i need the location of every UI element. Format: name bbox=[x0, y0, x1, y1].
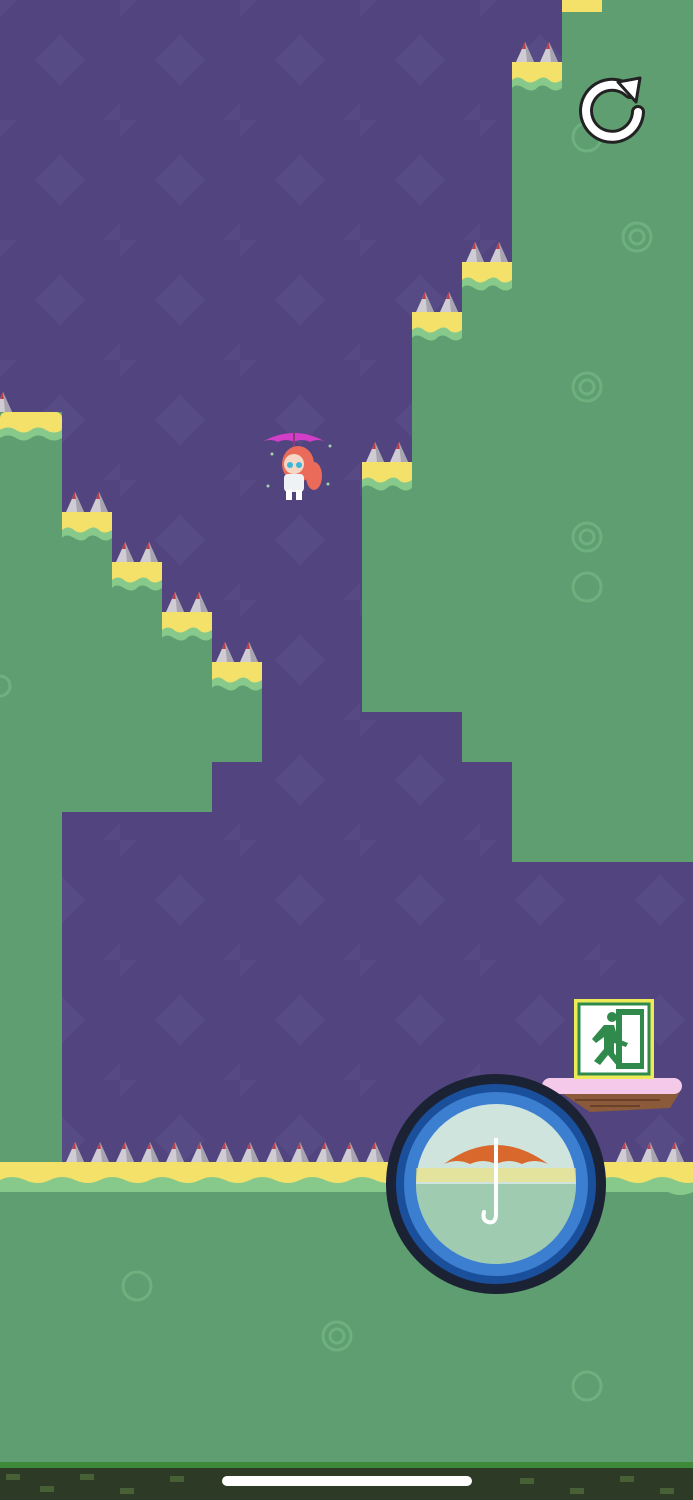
exit-sign-icon bbox=[574, 999, 654, 1079]
umbrella-button[interactable] bbox=[384, 1072, 608, 1296]
restart-icon bbox=[579, 76, 645, 144]
home-indicator[interactable] bbox=[222, 1476, 472, 1486]
restart-button[interactable] bbox=[574, 68, 654, 148]
umbrella-icon bbox=[386, 1074, 606, 1294]
